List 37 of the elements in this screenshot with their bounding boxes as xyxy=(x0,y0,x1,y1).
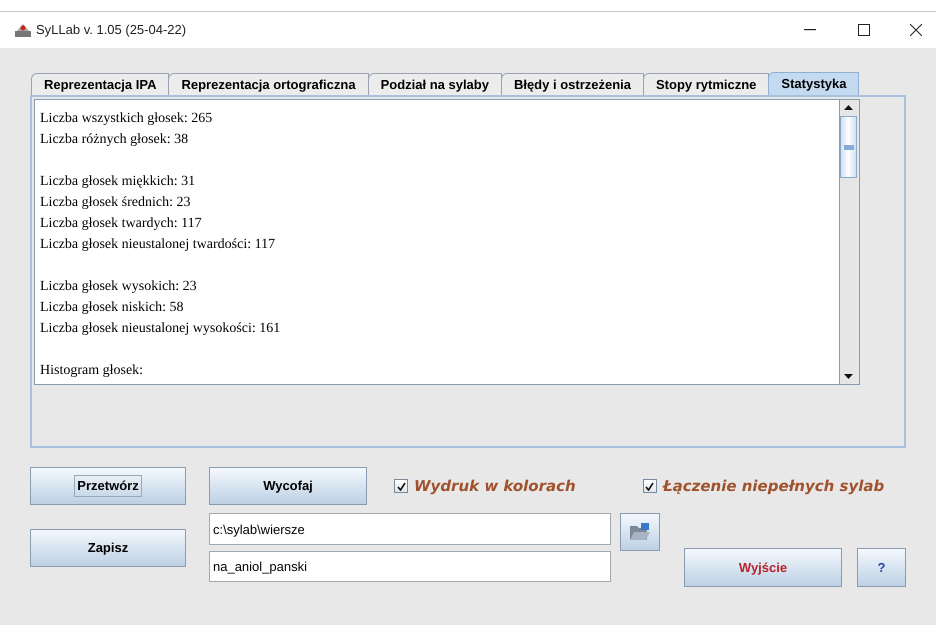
checkbox-label: Łączenie niepełnych sylab xyxy=(662,476,884,497)
check-icon xyxy=(645,482,654,490)
file-name-field[interactable]: na_aniol_panski xyxy=(209,551,611,582)
statistics-line: Liczba głosek miękkich: 31 xyxy=(40,173,196,191)
scroll-thumb[interactable] xyxy=(840,116,857,178)
statistics-line: Liczba głosek wysokich: 23 xyxy=(40,278,198,296)
tab[interactable]: Statystyka xyxy=(768,72,860,95)
tab[interactable]: Reprezentacja ortograficzna xyxy=(168,73,369,95)
exit-button[interactable]: Wyjście xyxy=(684,548,842,587)
maximize-icon[interactable] xyxy=(858,24,870,36)
checkbox-label: Wydruk w kolorach xyxy=(414,476,576,497)
process-button[interactable]: Przetwórz xyxy=(30,467,186,505)
checkbox[interactable] xyxy=(642,479,657,493)
undo-button[interactable]: Wycofaj xyxy=(209,467,367,505)
help-button[interactable]: ? xyxy=(857,548,906,587)
directory-field[interactable]: c:\sylab\wiersze xyxy=(209,513,611,545)
close-icon[interactable] xyxy=(910,24,922,36)
statistics-line: Liczba głosek średnich: 23 xyxy=(40,194,192,212)
statistics-line: Liczba wszystkich głosek: 265 xyxy=(40,110,214,128)
browse-button[interactable] xyxy=(620,513,660,551)
folder-icon xyxy=(629,522,651,542)
statistics-line: Liczba głosek nieustalonej twardości: 117 xyxy=(40,236,276,254)
minimize-icon[interactable] xyxy=(804,29,816,31)
check-icon xyxy=(396,482,406,490)
tab[interactable]: Stopy rytmiczne xyxy=(643,73,770,95)
save-button[interactable]: Zapisz xyxy=(30,529,186,567)
statistics-line: Liczba różnych głosek: 38 xyxy=(40,131,190,149)
statistics-line: Liczba głosek twardych: 117 xyxy=(40,215,203,233)
checkbox[interactable] xyxy=(394,479,408,493)
tab[interactable]: Podział na sylaby xyxy=(368,73,502,95)
scrollbar[interactable] xyxy=(839,100,857,384)
statistics-line: Histogram głosek: xyxy=(40,362,144,380)
window-title: SyLLab v. 1.05 (25-04-22) xyxy=(36,21,186,40)
statistics-line: Liczba głosek niskich: 58 xyxy=(40,299,184,317)
statistics-line: Liczba głosek nieustalonej wysokości: 161 xyxy=(40,320,282,338)
tab[interactable]: Reprezentacja IPA xyxy=(31,73,170,95)
tab[interactable]: Błędy i ostrzeżenia xyxy=(500,73,644,95)
